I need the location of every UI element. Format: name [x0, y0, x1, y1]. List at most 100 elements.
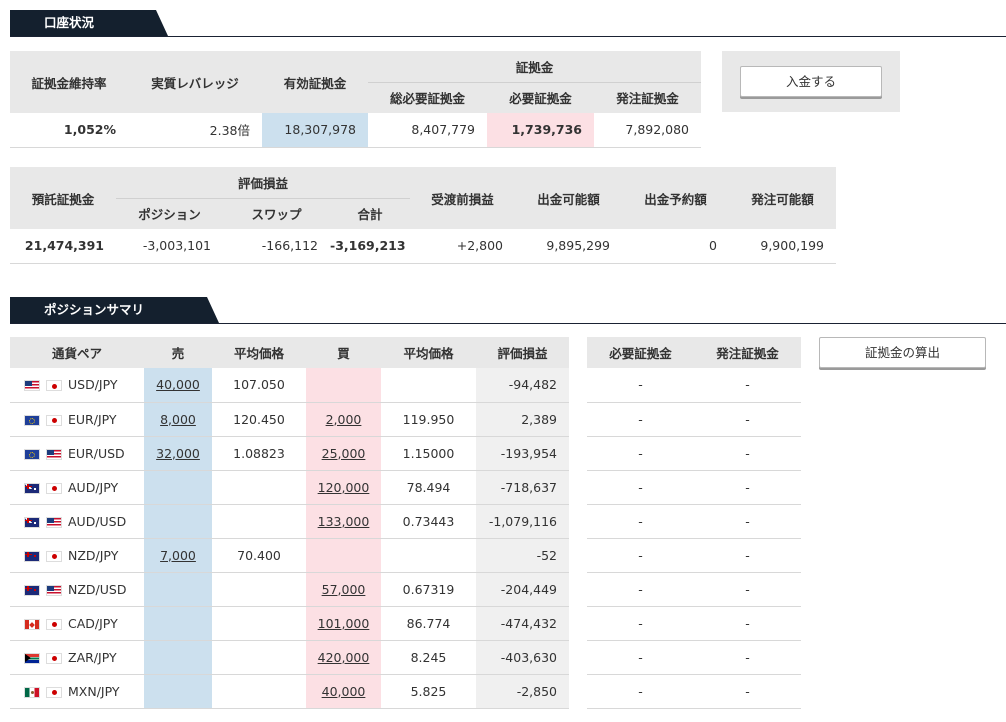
position-row: EUR/JPY 8,000 120.450 2,000 119.950 2,389	[10, 402, 569, 437]
pair-cell: EUR/JPY	[10, 402, 144, 437]
jp-flag-icon	[46, 550, 62, 562]
margin-order-value: -	[694, 572, 801, 607]
position-row: NZD/USD 57,000 0.67319 -204,449	[10, 572, 569, 607]
margin-required-value: -	[587, 572, 694, 607]
sell-amount-link[interactable]: 8,000	[160, 412, 196, 427]
header-buy-avg: 平均価格	[381, 337, 476, 368]
margin-row: --	[587, 674, 801, 709]
header-order-margin: 発注証拠金	[594, 81, 702, 113]
eu-flag-icon	[24, 414, 40, 426]
header-margin-group: 証拠金	[368, 51, 702, 82]
pair-name: EUR/USD	[68, 445, 125, 461]
margin-order-value: -	[694, 436, 801, 471]
calc-margin-button[interactable]: 証拠金の算出	[819, 337, 986, 368]
margin-row: --	[587, 436, 801, 471]
pair-cell: AUD/JPY	[10, 470, 144, 505]
margin-order-value: -	[694, 470, 801, 505]
sell-avg-price	[212, 606, 306, 641]
header-required: 必要証拠金	[487, 81, 594, 113]
buy-avg-price: 78.494	[381, 470, 476, 505]
sell-amount	[144, 640, 212, 675]
us-flag-icon	[46, 516, 62, 528]
buy-amount-link[interactable]: 2,000	[326, 412, 362, 427]
header-orderable: 発注可能額	[729, 167, 836, 229]
buy-amount[interactable]: 133,000	[306, 504, 381, 539]
margin-row: --	[587, 368, 801, 403]
buy-amount-link[interactable]: 25,000	[322, 446, 366, 461]
buy-avg-price: 5.825	[381, 674, 476, 709]
sell-amount-link[interactable]: 32,000	[156, 446, 200, 461]
sell-amount[interactable]: 32,000	[144, 436, 212, 471]
header-withdrawable: 出金可能額	[515, 167, 622, 229]
sell-amount-link[interactable]: 7,000	[160, 548, 196, 563]
sell-avg-price: 70.400	[212, 538, 306, 573]
jp-flag-icon	[46, 414, 62, 426]
buy-amount[interactable]: 120,000	[306, 470, 381, 505]
margin-row: --	[587, 606, 801, 641]
jp-flag-icon	[46, 618, 62, 630]
sell-amount	[144, 504, 212, 539]
sell-amount[interactable]: 8,000	[144, 402, 212, 437]
positions-section-header: ポジションサマリ	[10, 297, 1006, 324]
deposit-button[interactable]: 入金する	[740, 66, 882, 97]
buy-amount[interactable]: 57,000	[306, 572, 381, 607]
header-leverage: 実質レバレッジ	[128, 51, 262, 113]
sell-amount[interactable]: 40,000	[144, 368, 212, 403]
header-margin-order: 発注証拠金	[694, 337, 801, 368]
value-pl-position: -3,003,101	[116, 229, 223, 264]
margin-required-value: -	[587, 640, 694, 675]
margin-required-value: -	[587, 470, 694, 505]
za-flag-icon	[24, 652, 40, 664]
position-row: NZD/JPY 7,000 70.400 -52	[10, 538, 569, 573]
buy-amount-link[interactable]: 57,000	[322, 582, 366, 597]
position-row: USD/JPY 40,000 107.050 -94,482	[10, 368, 569, 403]
sell-amount[interactable]: 7,000	[144, 538, 212, 573]
margin-row: --	[587, 504, 801, 539]
header-pl-total: 合計	[330, 198, 410, 229]
sell-avg-price: 107.050	[212, 368, 306, 403]
buy-amount[interactable]: 420,000	[306, 640, 381, 675]
value-leverage: 2.38倍	[128, 113, 262, 148]
account-section-header: 口座状況	[10, 10, 1006, 37]
header-pl-position: ポジション	[116, 198, 223, 229]
sell-amount-link[interactable]: 40,000	[156, 377, 200, 392]
buy-amount[interactable]: 40,000	[306, 674, 381, 709]
buy-amount-link[interactable]: 40,000	[322, 684, 366, 699]
pair-cell: USD/JPY	[10, 368, 144, 403]
header-withdraw-reserved: 出金予約額	[622, 167, 729, 229]
margin-order-value: -	[694, 504, 801, 539]
pair-name: CAD/JPY	[68, 615, 118, 631]
margin-row: --	[587, 572, 801, 607]
sell-avg-price: 120.450	[212, 402, 306, 437]
position-row: AUD/JPY 120,000 78.494 -718,637	[10, 470, 569, 505]
buy-avg-price: 119.950	[381, 402, 476, 437]
pair-cell: AUD/USD	[10, 504, 144, 539]
header-sell: 売	[144, 337, 212, 368]
value-pl-total: -3,169,213	[330, 229, 410, 264]
margin-table: 必要証拠金 発注証拠金 --------------------	[587, 337, 801, 709]
jp-flag-icon	[46, 482, 62, 494]
au-flag-icon	[24, 482, 40, 494]
jp-flag-icon	[46, 686, 62, 698]
header-pl-swap: スワップ	[223, 198, 330, 229]
buy-amount-link[interactable]: 101,000	[318, 616, 370, 631]
buy-amount[interactable]: 101,000	[306, 606, 381, 641]
value-order-margin: 7,892,080	[594, 113, 702, 148]
position-row: EUR/USD 32,000 1.08823 25,000 1.15000 -193,95…	[10, 436, 569, 471]
buy-amount-link[interactable]: 420,000	[318, 650, 370, 665]
margin-order-value: -	[694, 538, 801, 573]
margin-required-value: -	[587, 674, 694, 709]
pl-value: -403,630	[476, 640, 569, 675]
value-pl-swap: -166,112	[223, 229, 330, 264]
buy-amount[interactable]: 25,000	[306, 436, 381, 471]
buy-amount-link[interactable]: 120,000	[318, 480, 370, 495]
pl-value: -718,637	[476, 470, 569, 505]
pair-cell: NZD/USD	[10, 572, 144, 607]
pair-name: USD/JPY	[68, 377, 118, 393]
header-deposit: 預託証拠金	[10, 167, 116, 229]
buy-amount[interactable]: 2,000	[306, 402, 381, 437]
buy-amount-link[interactable]: 133,000	[318, 514, 370, 529]
pair-name: EUR/JPY	[68, 411, 117, 427]
margin-order-value: -	[694, 402, 801, 437]
jp-flag-icon	[46, 380, 62, 392]
